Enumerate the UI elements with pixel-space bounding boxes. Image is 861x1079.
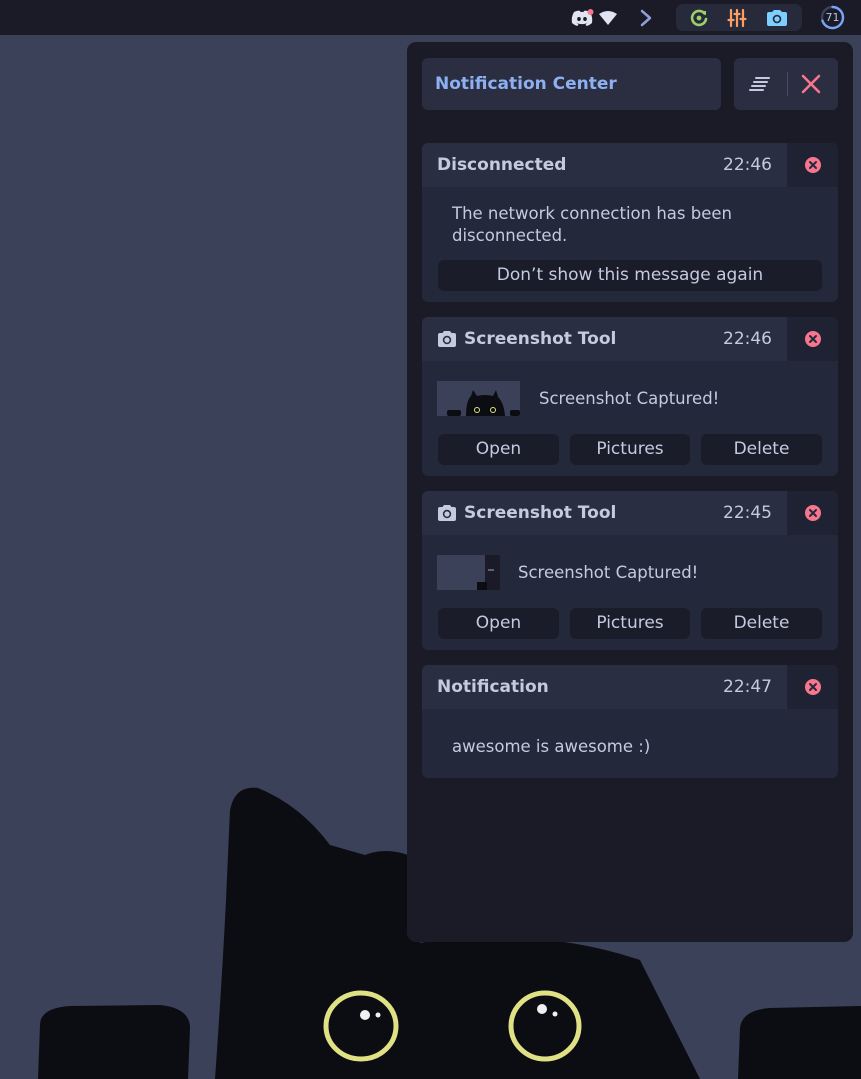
- open-button[interactable]: Open: [438, 434, 559, 465]
- notification-center-title: Notification Center: [422, 58, 721, 110]
- close-circle-icon: [804, 331, 821, 347]
- camera-icon[interactable]: [765, 6, 789, 30]
- close-circle-icon: [804, 157, 821, 173]
- notification-card-generic: Notification 22:47 awesome is awesome :): [422, 665, 838, 778]
- panel-controls: [734, 58, 838, 110]
- chevron-right-icon[interactable]: [634, 6, 658, 30]
- notification-time: 22:46: [723, 155, 772, 175]
- delete-button[interactable]: Delete: [701, 608, 822, 639]
- dismiss-notification-button[interactable]: [787, 317, 838, 361]
- notification-title: Notification: [437, 677, 549, 697]
- notification-card-screenshot: Screenshot Tool 22:46 Screenshot Capture…: [422, 317, 838, 476]
- clear-all-icon[interactable]: [748, 72, 772, 96]
- notification-header: Screenshot Tool 22:45: [422, 491, 838, 535]
- dismiss-notification-button[interactable]: [787, 491, 838, 535]
- notification-header: Disconnected 22:46: [422, 143, 838, 187]
- equalizer-icon[interactable]: [725, 6, 749, 30]
- close-circle-icon: [804, 505, 821, 521]
- refresh-icon[interactable]: [687, 6, 711, 30]
- dismiss-notification-button[interactable]: [787, 143, 838, 187]
- notification-title: Disconnected: [437, 155, 567, 175]
- notification-title: Screenshot Tool: [464, 329, 617, 349]
- open-button[interactable]: Open: [438, 608, 559, 639]
- controls-divider: [787, 72, 788, 96]
- notification-message: Screenshot Captured!: [518, 563, 699, 582]
- notification-message: The network connection has been disconne…: [452, 204, 732, 245]
- notification-message: Screenshot Captured!: [539, 389, 720, 408]
- notification-header: Notification 22:47: [422, 665, 838, 709]
- dont-show-again-button[interactable]: Don’t show this message again: [438, 260, 822, 291]
- notification-title: Screenshot Tool: [464, 503, 617, 523]
- camera-icon: [438, 331, 456, 347]
- pictures-button[interactable]: Pictures: [570, 434, 690, 465]
- notification-card-screenshot: Screenshot Tool 22:45 Screenshot Capture…: [422, 491, 838, 650]
- dismiss-notification-button[interactable]: [787, 665, 838, 709]
- notification-center-panel: Notification Center Disconnected 22:46 T…: [407, 42, 853, 942]
- camera-icon: [438, 505, 456, 521]
- screenshot-thumbnail[interactable]: [437, 381, 520, 416]
- pictures-button[interactable]: Pictures: [570, 608, 690, 639]
- notification-time: 22:46: [723, 329, 772, 349]
- delete-button[interactable]: Delete: [701, 434, 822, 465]
- top-bar: 71: [0, 0, 861, 35]
- screenshot-thumbnail[interactable]: [437, 555, 500, 590]
- notification-message: awesome is awesome :): [452, 737, 651, 756]
- battery-level-text: 71: [825, 11, 840, 24]
- notification-header: Screenshot Tool 22:46: [422, 317, 838, 361]
- tray-group: [676, 4, 802, 31]
- notification-time: 22:45: [723, 503, 772, 523]
- notification-time: 22:47: [723, 677, 772, 697]
- notification-card-disconnected: Disconnected 22:46 The network connectio…: [422, 143, 838, 302]
- close-circle-icon: [804, 679, 821, 695]
- wifi-icon[interactable]: [596, 6, 620, 30]
- close-icon[interactable]: [799, 72, 823, 96]
- battery-indicator[interactable]: 71: [820, 5, 845, 30]
- discord-icon[interactable]: [570, 6, 594, 30]
